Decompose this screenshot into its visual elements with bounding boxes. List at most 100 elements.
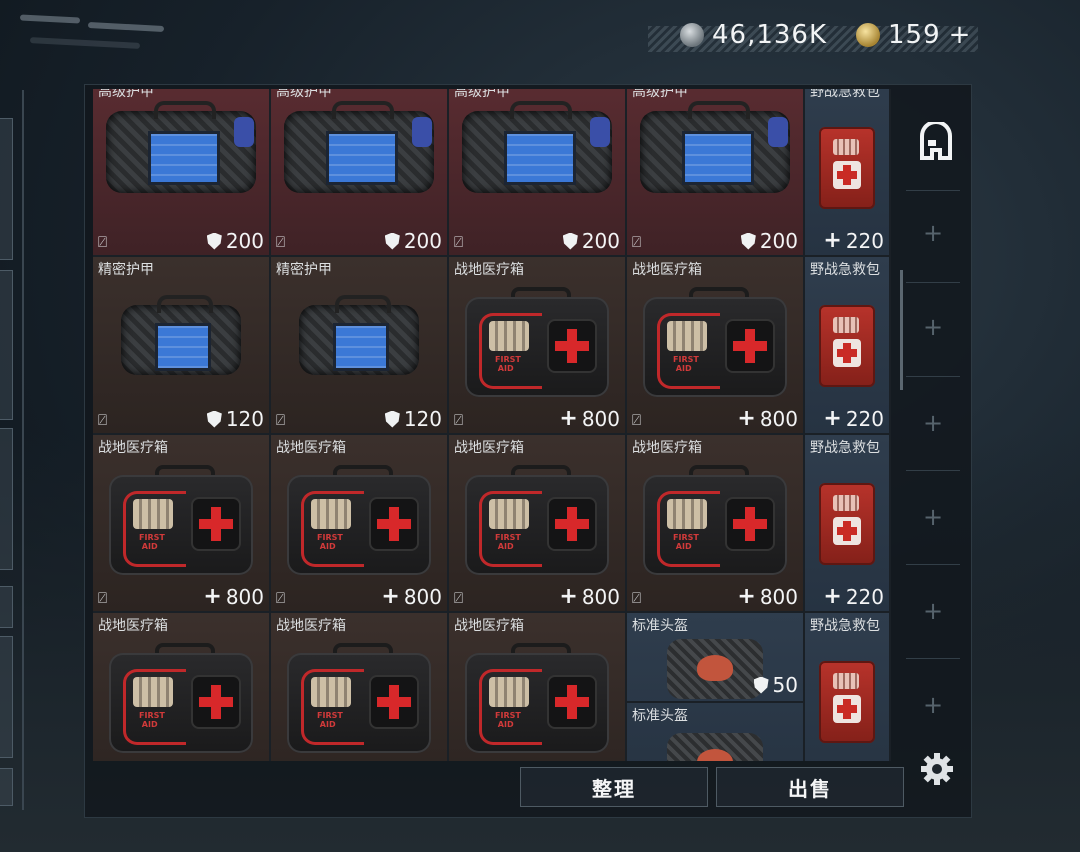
medkit-item-image: FIRST AID: [465, 643, 609, 755]
plus-icon: +: [823, 406, 842, 431]
shield-icon: [753, 676, 769, 694]
add-slot-icon[interactable]: +: [906, 409, 960, 437]
item-name: 战地医疗箱: [454, 440, 524, 456]
left-panel-slot[interactable]: [0, 768, 13, 806]
item-value: 200: [562, 229, 620, 253]
gold-add-icon[interactable]: +: [949, 20, 972, 50]
inventory-cell[interactable]: 高级护甲 ⍁ 200: [627, 89, 805, 257]
item-name: 高级护甲: [454, 89, 510, 100]
left-panel-slot[interactable]: [0, 428, 13, 570]
sidebar-slot[interactable]: +: [906, 564, 960, 657]
no-trade-icon: ⍁: [276, 411, 286, 429]
inventory-cell[interactable]: 野战急救包: [805, 613, 891, 761]
item-name: 战地医疗箱: [98, 440, 168, 456]
inventory-cell[interactable]: 精密护甲 ⍁ 120: [93, 257, 271, 435]
inventory-cell[interactable]: 战地医疗箱 FIRST AID ⍁ +800: [627, 257, 805, 435]
inventory-cell[interactable]: 高级护甲 ⍁ 200: [271, 89, 449, 257]
gear-icon[interactable]: [920, 752, 954, 786]
item-value-text: 120: [403, 407, 442, 431]
inventory-cell[interactable]: 高级护甲 ⍁ 200: [449, 89, 627, 257]
inventory-cell[interactable]: 野战急救包 +220: [805, 89, 891, 257]
no-trade-icon: ⍁: [98, 411, 108, 429]
gold-amount: 159: [888, 20, 941, 50]
item-value-text: 800: [759, 407, 798, 431]
left-panel-slot[interactable]: [0, 118, 13, 260]
inventory-cell[interactable]: 战地医疗箱 FIRST AID: [271, 613, 449, 761]
item-name: 野战急救包: [810, 89, 880, 100]
sell-button[interactable]: 出售: [716, 767, 904, 807]
shield-icon: [562, 232, 578, 250]
sidebar-slot[interactable]: +: [906, 658, 960, 751]
item-value: 200: [740, 229, 798, 253]
add-slot-icon[interactable]: +: [906, 691, 960, 719]
backpack-icon[interactable]: [916, 122, 956, 162]
inventory-cell[interactable]: 野战急救包 +220: [805, 257, 891, 435]
plus-icon: +: [559, 406, 578, 431]
item-value: 200: [384, 229, 442, 253]
silver-currency: 46,136K: [680, 20, 827, 50]
armor-item-image: [121, 295, 241, 391]
item-name: 战地医疗箱: [276, 618, 346, 634]
inventory-cell[interactable]: 战地医疗箱 FIRST AID: [449, 613, 627, 761]
inventory-panel: 高级护甲 ⍁ 200 高级护甲 ⍁ 200 高级护甲 ⍁ 200 高级护甲 ⍁ 200 野战急救包 +22…: [84, 84, 972, 818]
silver-amount: 46,136K: [712, 20, 828, 50]
no-trade-icon: ⍁: [276, 233, 286, 251]
plus-icon: +: [823, 584, 842, 609]
armor-item-image: [462, 101, 612, 197]
item-name: 野战急救包: [810, 440, 880, 456]
inventory-cell[interactable]: 精密护甲 ⍁ 120: [271, 257, 449, 435]
item-value-text: 120: [225, 407, 264, 431]
no-trade-icon: ⍁: [632, 411, 642, 429]
item-name: 战地医疗箱: [632, 262, 702, 278]
armor-item-image: [284, 101, 434, 197]
item-name: 战地医疗箱: [98, 618, 168, 634]
inventory-cell[interactable]: 战地医疗箱 FIRST AID: [93, 613, 271, 761]
item-name: 战地医疗箱: [454, 618, 524, 634]
inventory-cell[interactable]: 战地医疗箱 FIRST AID ⍁ +800: [449, 257, 627, 435]
organize-button[interactable]: 整理: [520, 767, 708, 807]
shield-icon: [206, 410, 222, 428]
inventory-cell[interactable]: 战地医疗箱 FIRST AID ⍁ +800: [449, 435, 627, 613]
item-value: +220: [823, 585, 884, 609]
medkit-item-image: FIRST AID: [109, 643, 253, 755]
sidebar-slot[interactable]: +: [906, 470, 960, 563]
item-name: 高级护甲: [632, 89, 688, 100]
item-value: 120: [384, 407, 442, 431]
shield-icon: [206, 232, 222, 250]
left-panel-slot[interactable]: [0, 636, 13, 758]
item-value-text: 50: [772, 673, 798, 697]
add-slot-icon[interactable]: +: [906, 597, 960, 625]
gold-currency[interactable]: 159 +: [856, 20, 971, 50]
no-trade-icon: ⍁: [276, 589, 286, 607]
inventory-cell[interactable]: 野战急救包 +220: [805, 435, 891, 613]
left-panel-slot[interactable]: [0, 270, 13, 420]
armor-item-image: [106, 101, 256, 197]
item-value: 120: [206, 407, 264, 431]
add-slot-icon[interactable]: +: [906, 503, 960, 531]
inventory-cell[interactable]: 战地医疗箱 FIRST AID ⍁ +800: [93, 435, 271, 613]
inventory-cell[interactable]: 高级护甲 ⍁ 200: [93, 89, 271, 257]
add-slot-icon[interactable]: +: [906, 313, 960, 341]
inventory-cell[interactable]: 战地医疗箱 FIRST AID ⍁ +800: [271, 435, 449, 613]
item-value-text: 220: [845, 229, 884, 253]
no-trade-icon: ⍁: [454, 411, 464, 429]
item-value-text: 200: [403, 229, 442, 253]
inventory-cell[interactable]: 标准头盔 标准头盔 50: [627, 613, 805, 761]
inventory-cell[interactable]: 战地医疗箱 FIRST AID ⍁ +800: [627, 435, 805, 613]
first-aid-pouch-image: [819, 483, 875, 565]
item-name: 野战急救包: [810, 618, 880, 634]
item-value-text: 800: [403, 585, 442, 609]
left-panel-slot[interactable]: [0, 586, 13, 628]
category-sidebar: + + + + + +: [902, 92, 964, 782]
no-trade-icon: ⍁: [454, 589, 464, 607]
gold-coin-icon: [856, 23, 880, 47]
item-value-text: 800: [225, 585, 264, 609]
medkit-item-image: FIRST AID: [287, 643, 431, 755]
plus-icon: +: [737, 406, 756, 431]
sidebar-slot[interactable]: +: [906, 282, 960, 375]
item-name: 战地医疗箱: [632, 440, 702, 456]
sidebar-slot[interactable]: +: [906, 190, 960, 283]
add-slot-icon[interactable]: +: [906, 219, 960, 247]
first-aid-pouch-image: [819, 661, 875, 743]
sidebar-slot[interactable]: +: [906, 376, 960, 469]
